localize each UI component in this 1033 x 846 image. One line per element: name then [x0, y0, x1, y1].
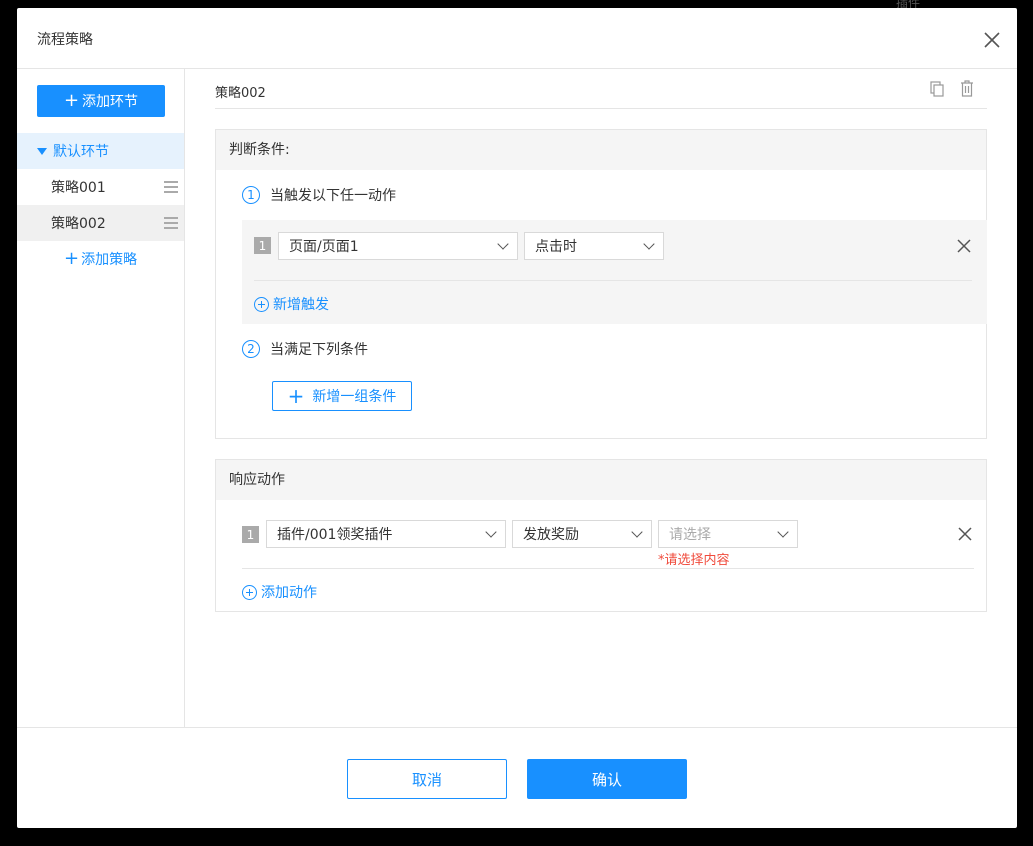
step-trigger: 1 当触发以下任一动作	[242, 185, 396, 205]
trash-icon[interactable]	[960, 80, 974, 101]
cancel-button[interactable]: 取消	[347, 759, 507, 799]
plus-icon: +	[63, 90, 80, 111]
chevron-down-icon	[485, 526, 497, 538]
add-condition-group-label: 新增一组条件	[312, 389, 397, 405]
step-label: 当触发以下任一动作	[270, 188, 396, 204]
drag-handle-icon[interactable]	[164, 217, 178, 229]
select-value: 插件/001领奖插件	[277, 527, 393, 543]
step-condition: 2 当满足下列条件	[242, 339, 368, 359]
chevron-down-icon	[631, 526, 643, 538]
confirm-button[interactable]: 确认	[527, 759, 687, 799]
remove-trigger-icon[interactable]	[957, 239, 971, 257]
copy-icon[interactable]	[930, 81, 944, 101]
add-trigger-label: 新增触发	[273, 297, 329, 313]
add-link-label: 添加环节	[82, 94, 139, 110]
trigger-list: 1 页面/页面1 点击时 新增触发	[242, 220, 987, 324]
trigger-event-select[interactable]: 点击时	[524, 232, 664, 260]
circle-plus-icon	[242, 584, 257, 600]
add-trigger-link[interactable]: 新增触发	[254, 294, 329, 314]
dialog-header: 流程策略	[17, 8, 1017, 69]
sidebar-item-policy-002[interactable]: 策略002	[17, 205, 184, 241]
add-policy-label: 添加策略	[81, 252, 138, 268]
add-action-label: 添加动作	[261, 585, 317, 601]
plus-icon: +	[287, 384, 305, 408]
validation-error: *请选择内容	[658, 553, 730, 568]
row-index: 1	[254, 237, 271, 254]
condition-panel-title: 判断条件:	[216, 130, 986, 170]
policy-header: 策略002	[215, 69, 987, 109]
select-value: 页面/页面1	[289, 239, 359, 255]
chevron-down-icon	[497, 238, 509, 250]
dialog-title: 流程策略	[37, 32, 93, 48]
response-panel-title: 响应动作	[216, 460, 986, 500]
chevron-down-icon	[643, 238, 655, 250]
action-content-select[interactable]: 请选择	[658, 520, 798, 548]
trigger-page-select[interactable]: 页面/页面1	[278, 232, 518, 260]
action-type-select[interactable]: 发放奖励	[512, 520, 652, 548]
select-value: 发放奖励	[523, 527, 579, 543]
add-condition-group-button[interactable]: + 新增一组条件	[272, 381, 412, 411]
add-link-button[interactable]: + 添加环节	[37, 85, 165, 117]
divider	[242, 568, 974, 569]
remove-action-icon[interactable]	[958, 527, 972, 545]
sidebar-item-label: 策略002	[51, 216, 106, 232]
plus-icon: +	[64, 248, 80, 269]
divider	[254, 280, 972, 281]
step-number: 1	[242, 186, 260, 204]
add-action-link[interactable]: 添加动作	[242, 582, 317, 602]
close-icon[interactable]	[983, 31, 1003, 51]
policy-editor: 策略002 判断条件: 1 当触发以下任一动作 1 页面/页面1 点击时 新增触…	[185, 69, 1017, 727]
drag-handle-icon[interactable]	[164, 181, 178, 193]
row-index: 1	[242, 526, 259, 543]
sidebar: + 添加环节 默认环节 策略001 策略002 + 添加策略	[17, 69, 185, 727]
sidebar-group-default[interactable]: 默认环节	[17, 133, 184, 169]
action-plugin-select[interactable]: 插件/001领奖插件	[266, 520, 506, 548]
circle-plus-icon	[254, 296, 269, 312]
add-policy-link[interactable]: + 添加策略	[64, 249, 137, 269]
chevron-down-icon	[777, 526, 789, 538]
select-value: 点击时	[535, 239, 577, 255]
step-number: 2	[242, 340, 260, 358]
sidebar-item-label: 策略001	[51, 180, 106, 196]
caret-down-icon	[37, 147, 47, 155]
dialog-footer: 取消 确认	[17, 727, 1017, 828]
flow-policy-dialog: 流程策略 + 添加环节 默认环节 策略001 策略002 + 添加策略 策略00…	[17, 8, 1017, 828]
response-panel: 响应动作 1 插件/001领奖插件 发放奖励 请选择 *请选择内容 添加动作	[215, 459, 987, 612]
step-label: 当满足下列条件	[270, 342, 368, 358]
sidebar-group-label: 默认环节	[53, 144, 109, 160]
select-placeholder: 请选择	[669, 527, 711, 543]
policy-name: 策略002	[215, 86, 266, 101]
condition-panel: 判断条件: 1 当触发以下任一动作 1 页面/页面1 点击时 新增触发 2 当满…	[215, 129, 987, 439]
sidebar-item-policy-001[interactable]: 策略001	[17, 169, 184, 205]
